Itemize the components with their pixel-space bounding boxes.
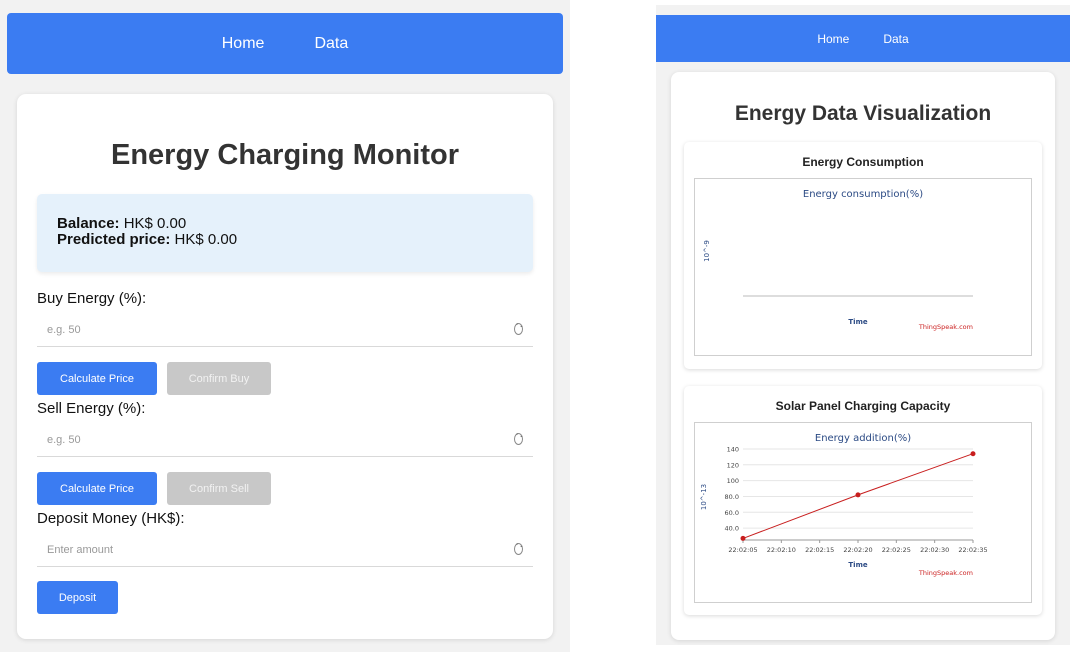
balance-value: HK$ 0.00	[123, 215, 187, 232]
solar-charging-chart-frame: Energy addition(%) 10^-13 40.0 60.0 80.0 10…	[694, 422, 1032, 603]
y-tick-label: 140	[727, 445, 739, 453]
chart-panel-title: Energy Consumption	[802, 155, 924, 169]
charging-monitor-screen: Home Data Energy Charging Monitor Balanc…	[0, 0, 570, 652]
chart-panel-title: Solar Panel Charging Capacity	[775, 399, 951, 413]
deposit-amount-placeholder: Enter amount	[47, 543, 114, 556]
solar-charging-panel: Solar Panel Charging Capacity Energy add…	[684, 386, 1042, 615]
y-tick-label: 40.0	[725, 525, 739, 533]
x-tick-label: 22:02:30	[920, 546, 949, 554]
deposit-money-label: Deposit Money (HK$):	[37, 510, 185, 527]
x-axis-label: Time	[848, 318, 867, 326]
sell-energy-placeholder: e.g. 50	[47, 433, 81, 446]
chart-title: Energy consumption(%)	[803, 189, 923, 200]
x-tick-label: 22:02:05	[728, 546, 757, 554]
thingspeak-credit-link[interactable]: ThingSpeak.com	[918, 569, 973, 577]
buy-energy-placeholder: e.g. 50	[47, 323, 81, 336]
nav-home-link[interactable]: Home	[222, 35, 265, 53]
x-tick-label: 22:02:35	[958, 546, 987, 554]
x-axis-label: Time	[848, 561, 867, 569]
energy-consumption-chart: Energy consumption(%) 10^-9 Time ThingSp…	[703, 189, 973, 331]
nav-data-link[interactable]: Data	[314, 35, 348, 53]
sell-calculate-price-button[interactable]: Calculate Price	[37, 472, 157, 505]
data-point[interactable]	[970, 451, 976, 457]
sell-energy-label: Sell Energy (%):	[37, 400, 146, 417]
spinner-icon[interactable]: ⌃⌄	[514, 433, 523, 445]
spinner-icon[interactable]: ⌃⌄	[514, 543, 523, 555]
energy-consumption-chart-frame: Energy consumption(%) 10^-9 Time ThingSp…	[694, 178, 1032, 356]
thingspeak-credit-link[interactable]: ThingSpeak.com	[918, 323, 973, 331]
deposit-amount-input[interactable]: Enter amount ⌃⌄	[37, 533, 533, 567]
nav-data-link[interactable]: Data	[883, 32, 908, 46]
sell-energy-input[interactable]: e.g. 50 ⌃⌄	[37, 423, 533, 457]
chart-title: Energy addition(%)	[815, 433, 911, 444]
balance-info-box: Balance: HK$ 0.00 Predicted price: HK$ 0…	[37, 194, 533, 272]
balance-row: Balance: HK$ 0.00	[57, 216, 513, 232]
nav-home-link[interactable]: Home	[817, 32, 849, 46]
balance-label: Balance:	[57, 215, 120, 232]
y-tick-label: 80.0	[725, 493, 739, 501]
y-tick-label: 60.0	[725, 509, 739, 517]
predicted-price-row: Predicted price: HK$ 0.00	[57, 232, 513, 248]
confirm-sell-button[interactable]: Confirm Sell	[167, 472, 271, 505]
x-tick-label: 22:02:25	[882, 546, 911, 554]
buy-energy-input[interactable]: e.g. 50 ⌃⌄	[37, 313, 533, 347]
buy-calculate-price-button[interactable]: Calculate Price	[37, 362, 157, 395]
spinner-icon[interactable]: ⌃⌄	[514, 323, 523, 335]
predicted-price-value: HK$ 0.00	[174, 231, 238, 248]
top-nav: Home Data	[656, 15, 1070, 62]
y-tick-label: 100	[727, 477, 739, 485]
x-tick-label: 22:02:20	[843, 546, 872, 554]
x-axis-ticks: 22:02:05 22:02:10 22:02:15 22:02:20 22:02:25…	[728, 540, 988, 554]
solar-charging-chart: Energy addition(%) 10^-13 40.0 60.0 80.0 10…	[700, 433, 988, 577]
y-tick-label: 120	[727, 461, 739, 469]
page-title: Energy Charging Monitor	[111, 139, 459, 171]
energy-consumption-panel: Energy Consumption Energy consumption(%)…	[684, 142, 1042, 369]
x-tick-label: 22:02:10	[767, 546, 796, 554]
buy-energy-label: Buy Energy (%):	[37, 290, 147, 307]
y-axis-ticks: 40.0 60.0 80.0 100 120 140	[725, 445, 739, 532]
x-tick-label: 22:02:15	[805, 546, 834, 554]
data-point[interactable]	[740, 535, 746, 541]
confirm-buy-button[interactable]: Confirm Buy	[167, 362, 271, 395]
page-title: Energy Data Visualization	[734, 102, 992, 125]
monitor-card: Energy Charging Monitor Balance: HK$ 0.0…	[17, 94, 553, 639]
top-nav: Home Data	[7, 13, 563, 74]
visualization-card: Energy Data Visualization Energy Consump…	[671, 72, 1055, 640]
data-visualization-screen: Home Data Energy Data Visualization Ener…	[656, 5, 1070, 645]
predicted-price-label: Predicted price:	[57, 231, 171, 248]
y-axis-label: 10^-9	[703, 240, 711, 262]
y-axis-label: 10^-13	[700, 484, 708, 510]
data-point[interactable]	[855, 492, 861, 498]
deposit-button[interactable]: Deposit	[37, 581, 118, 614]
